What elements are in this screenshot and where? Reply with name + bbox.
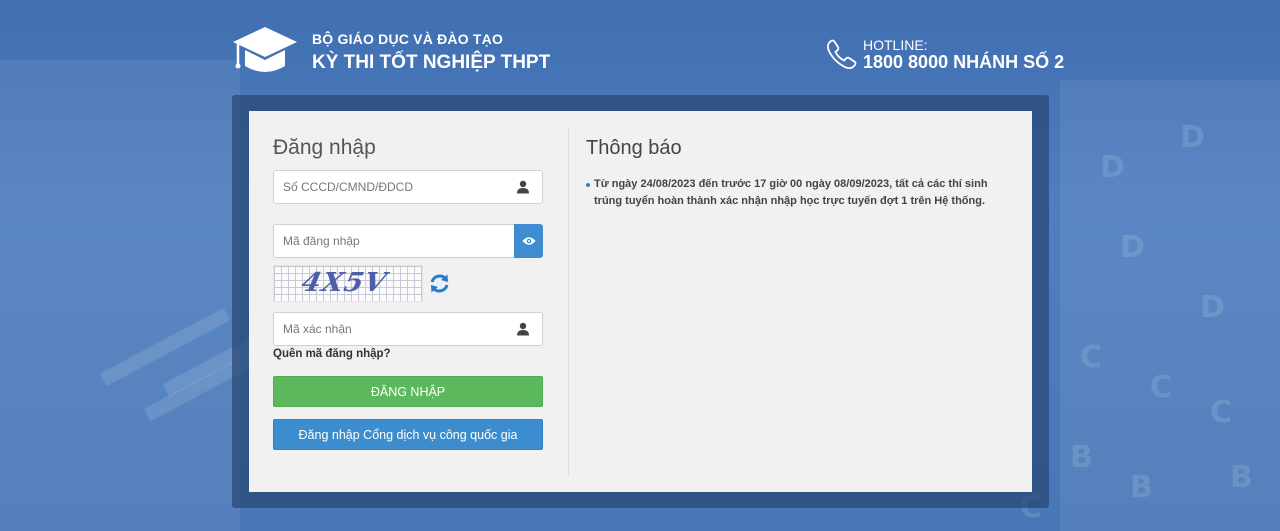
login-button[interactable]: ĐĂNG NHẬP [273,376,543,407]
login-title: Đăng nhập [273,136,376,159]
captcha-field[interactable] [273,312,543,346]
password-field[interactable] [273,224,515,258]
eye-icon [522,237,535,245]
refresh-icon[interactable] [427,271,452,296]
show-password-button[interactable] [514,224,543,258]
hotline-label: HOTLINE: [863,37,928,53]
id-number-input[interactable] [283,180,542,194]
notice-item: Từ ngày 24/08/2023 đến trước 17 giờ 00 n… [594,176,1014,210]
hotline-number: 1800 8000 NHÁNH SỐ 2 [863,52,1065,72]
graduation-cap-icon [233,27,297,72]
user-icon [517,322,529,336]
notice-title: Thông báo [586,137,682,159]
notice-bullet [586,183,590,187]
exam-name: KỲ THI TỐT NGHIỆP THPT [312,52,551,73]
site-header: BỘ GIÁO DỤC VÀ ĐÀO TẠO KỲ THI TỐT NGHIỆP… [0,0,1280,92]
notice-item-line-2: trúng tuyển hoàn thành xác nhận nhập học… [594,195,986,207]
captcha-input[interactable] [283,322,542,336]
id-number-field[interactable] [273,170,543,204]
phone-icon [826,39,857,70]
org-name: BỘ GIÁO DỤC VÀ ĐÀO TẠO [312,31,504,47]
password-input[interactable] [283,234,514,248]
panel-divider [568,128,569,475]
notice-item-line-1: Từ ngày 24/08/2023 đến trước 17 giờ 00 n… [594,178,988,190]
captcha-text: 4X5V [298,268,390,298]
forgot-password-link[interactable]: Quên mã đăng nhập? [273,348,391,360]
user-icon [517,180,529,194]
captcha-image: 4X5V [273,265,423,302]
national-portal-login-button[interactable]: Đăng nhập Cổng dịch vụ công quốc gia [273,419,543,450]
